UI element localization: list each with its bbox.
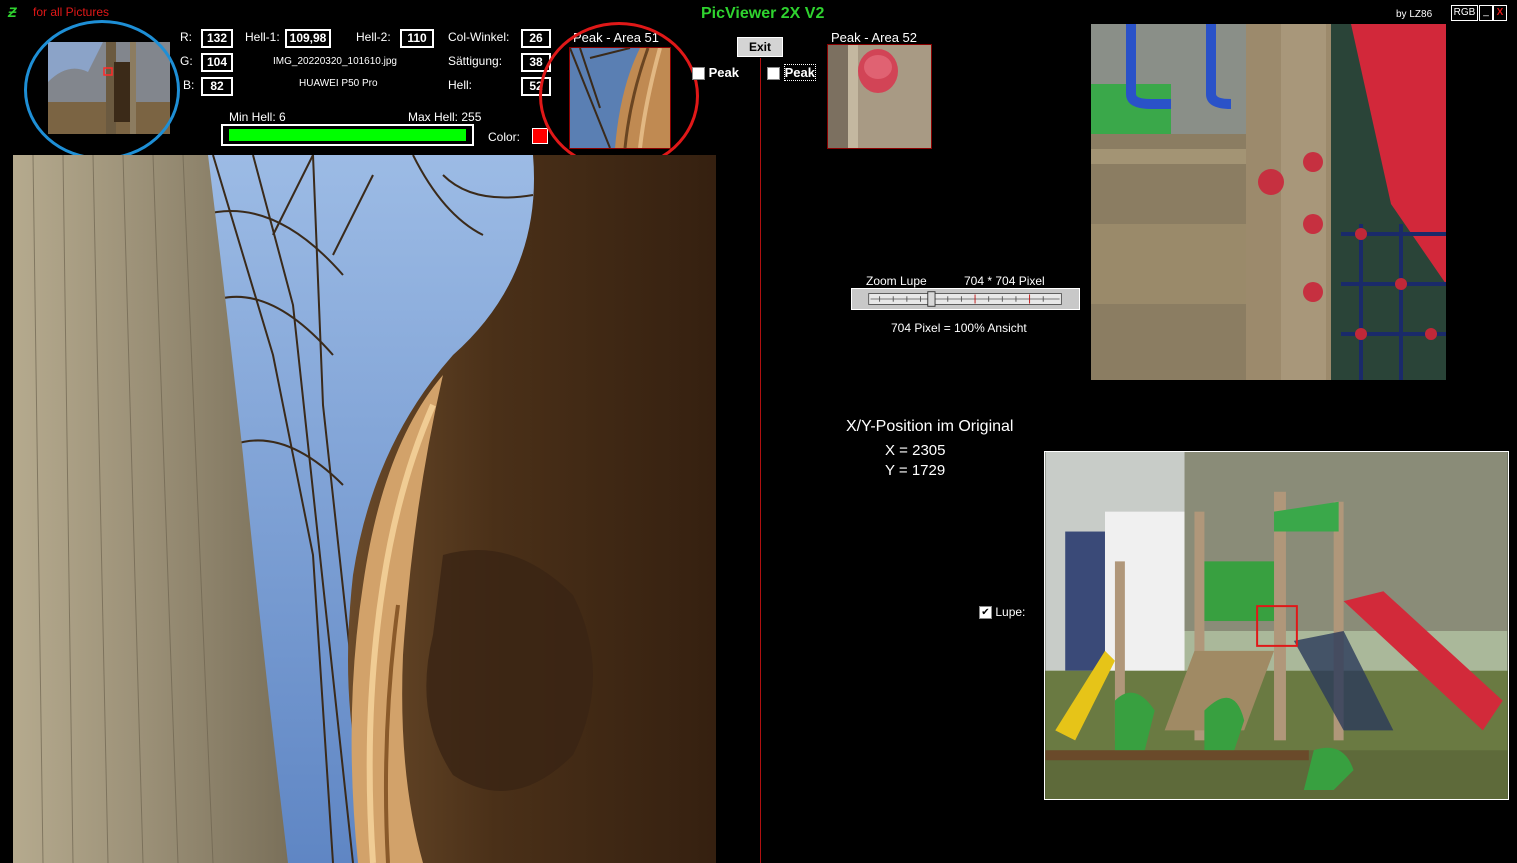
x-value: 2305 [912,442,946,459]
author-label: by LZ86 [1396,9,1433,20]
position-heading: X/Y-Position im Original [846,418,1014,435]
center-divider [760,58,761,863]
b-label: B: [183,78,195,92]
zoom-slider[interactable] [851,288,1080,310]
peak-52-checkbox-label: Peak [783,64,816,81]
minimize-button[interactable]: _ [1479,5,1493,21]
b-value: 82 [201,77,233,96]
g-label: G: [180,54,193,68]
rgb-button[interactable]: RGB [1451,5,1478,21]
y-value: 1729 [911,462,946,479]
lupe-checkbox-label: Lupe: [995,605,1026,619]
color-swatch [532,128,548,144]
brightness-bar [221,124,474,146]
app-title: PicViewer 2X V2 [701,5,825,22]
max-hell-value: 255 [461,110,482,124]
saettigung-label: Sättigung: [448,54,503,68]
main-image[interactable] [13,155,716,863]
highlight-ellipse-red [539,22,699,170]
peak-51-checkbox-box[interactable] [692,67,705,81]
camera-model: HUAWEI P50 Pro [299,78,378,89]
peak-51-checkbox-label: Peak [708,65,739,80]
r-value: 132 [201,29,233,48]
min-hell-label: Min Hell: 6 [229,110,286,124]
close-button[interactable]: X [1493,5,1507,21]
app-logo: Ƶ [8,4,17,20]
x-label: X = [885,442,908,459]
max-hell-label: Max Hell: 255 [408,110,482,124]
peak-52-checkbox[interactable]: Peak [767,64,816,81]
hell-label: Hell: [448,78,473,92]
col-winkel-label: Col-Winkel: [448,30,510,44]
hell1-value: 109,98 [285,29,331,48]
second-image[interactable] [1044,451,1509,800]
x-position: X = 2305 [885,442,945,459]
peak-area-52-image[interactable] [827,44,932,149]
peak-51-checkbox[interactable]: Peak [692,65,739,81]
zoom-note: 704 Pixel = 100% Ansicht [891,321,1027,335]
zoom-lupe-view[interactable] [1091,24,1446,380]
col-winkel-value: 26 [521,29,551,48]
exit-button[interactable]: Exit [737,37,783,57]
lupe-checkbox-box[interactable]: ✔ [979,606,992,620]
for-all-pictures-label[interactable]: for all Pictures [33,5,109,19]
peak-area-52-title: Peak - Area 52 [831,30,917,45]
hell2-label: Hell-2: [356,30,391,44]
zoom-lupe-label: Zoom Lupe [866,274,927,288]
lupe-checkbox[interactable]: ✔ Lupe: [979,605,1026,620]
hell1-label: Hell-1: [245,30,280,44]
y-label: Y = [885,462,908,479]
y-position: Y = 1729 [885,462,945,479]
r-label: R: [180,30,192,44]
brightness-bar-fill [229,129,466,141]
zoom-pixels-label: 704 * 704 Pixel [964,274,1045,288]
min-hell-value: 6 [279,110,286,124]
g-value: 104 [201,53,233,72]
highlight-ellipse-blue [24,20,180,160]
file-name: IMG_20220320_101610.jpg [273,56,397,67]
hell2-value: 110 [400,29,434,48]
color-label: Color: [488,130,521,144]
peak-52-checkbox-box[interactable] [767,67,780,81]
